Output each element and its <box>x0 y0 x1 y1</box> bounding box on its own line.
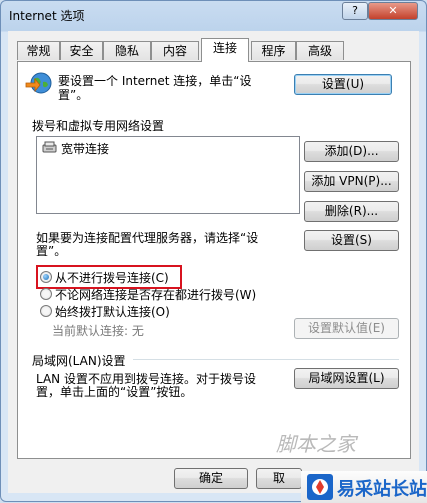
window-title: Internet 选项 <box>9 9 85 23</box>
radio-never-dial[interactable] <box>40 271 52 283</box>
globe-network-icon <box>25 72 52 94</box>
setup-button[interactable]: 设置(U) <box>294 74 392 95</box>
radio-dial-when-no-network-label[interactable]: 不论网络连接是否存在都进行拨号(W) <box>55 286 256 303</box>
tab-programs[interactable]: 程序 <box>251 41 296 60</box>
tab-security[interactable]: 安全 <box>60 41 103 60</box>
proxy-text-line1: 如果要为连接配置代理服务器，请选择“设 <box>36 231 259 245</box>
proxy-text-line2: 置”。 <box>36 244 67 258</box>
tab-privacy[interactable]: 隐私 <box>103 41 151 60</box>
close-button[interactable]: ✕ <box>368 2 418 20</box>
cancel-button[interactable]: 取 <box>256 468 302 489</box>
lan-divider <box>133 359 399 360</box>
site-logo-text: 易采站长站 <box>337 479 427 500</box>
lan-description: LAN 设置不应用到拨号连接。对于拨号设 置，单击上面的“设置”按钮。 <box>36 373 256 399</box>
default-connection-label: 当前默认连接: 无 <box>52 324 144 338</box>
lan-heading: 局域网(LAN)设置 <box>32 354 126 368</box>
dialup-connection-list[interactable]: 宽带连接 <box>36 136 300 214</box>
proxy-settings-button[interactable]: 设置(S) <box>304 230 399 251</box>
site-logo: 易采站长站 <box>301 471 427 503</box>
site-logo-icon <box>307 474 333 500</box>
add-vpn-button[interactable]: 添加 VPN(P)... <box>304 171 399 192</box>
lan-text-line2: 置，单击上面的“设置”按钮。 <box>36 385 193 399</box>
internet-options-window: Internet 选项 ? ✕ 常规 安全 隐私 内容 连接 程序 高级 要设置… <box>0 0 427 503</box>
dialog-client-area: 常规 安全 隐私 内容 连接 程序 高级 要设置一个 Internet 连接，单… <box>8 31 419 493</box>
tab-advanced[interactable]: 高级 <box>296 41 344 60</box>
radio-dial-when-no-network[interactable] <box>40 288 52 300</box>
tab-connections[interactable]: 连接 <box>201 38 249 62</box>
proxy-description: 如果要为连接配置代理服务器，请选择“设 置”。 <box>36 232 258 258</box>
delete-connection-button[interactable]: 删除(R)... <box>304 201 399 222</box>
radio-always-dial-default-label[interactable]: 始终拨打默认连接(O) <box>55 303 170 320</box>
watermark-script: 脚本之家 <box>276 432 356 456</box>
tab-content[interactable]: 内容 <box>151 41 199 60</box>
lan-settings-button[interactable]: 局域网设置(L) <box>294 368 399 389</box>
ok-button[interactable]: 确定 <box>174 468 248 489</box>
radio-never-dial-label[interactable]: 从不进行拨号连接(C) <box>55 269 169 286</box>
dialup-heading: 拨号和虚拟专用网络设置 <box>32 119 165 133</box>
setup-text-line1: 要设置一个 Internet 连接，单击“设 <box>58 74 252 88</box>
setup-text-line2: 置”。 <box>58 88 89 102</box>
title-bar[interactable]: Internet 选项 ? ✕ <box>1 1 426 29</box>
connections-panel: 要设置一个 Internet 连接，单击“设 置”。 设置(U) 拨号和虚拟专用… <box>17 61 411 459</box>
tab-general[interactable]: 常规 <box>17 41 60 60</box>
help-button[interactable]: ? <box>342 2 368 20</box>
connection-name: 宽带连接 <box>61 142 110 156</box>
setup-description: 要设置一个 Internet 连接，单击“设 置”。 <box>58 74 252 102</box>
add-connection-button[interactable]: 添加(D)... <box>304 141 399 162</box>
radio-always-dial-default[interactable] <box>40 305 52 317</box>
set-default-button[interactable]: 设置默认值(E) <box>294 318 399 339</box>
dialup-connection-icon <box>42 141 57 153</box>
